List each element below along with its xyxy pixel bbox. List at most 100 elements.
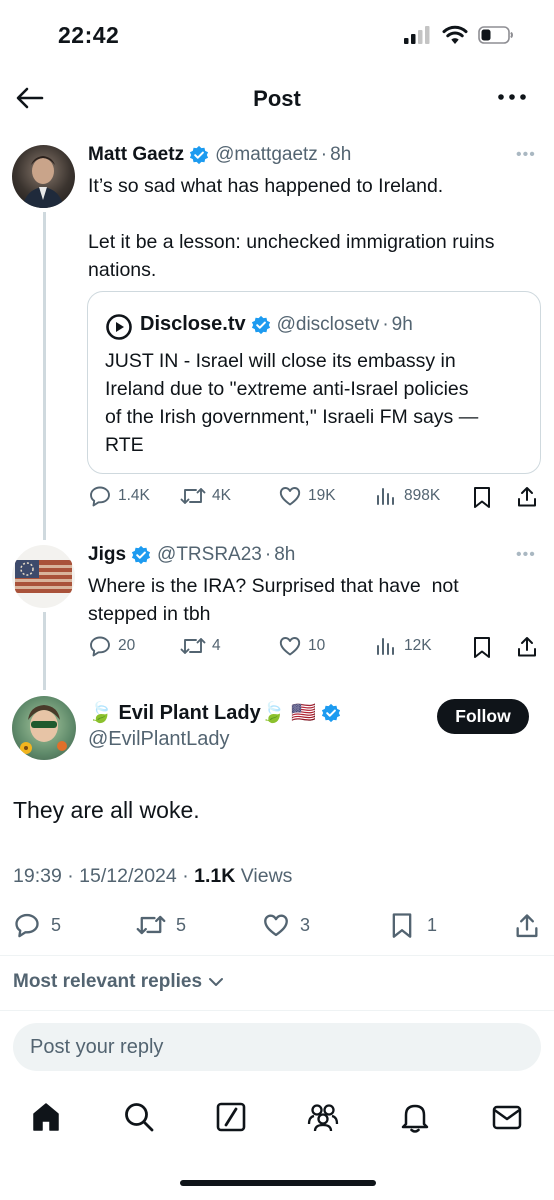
quote-header: Disclose.tv @disclosetv · 9h [140, 313, 413, 336]
views-count: 898K [404, 487, 441, 504]
avatar[interactable] [12, 145, 75, 208]
post-age: 8h [274, 544, 296, 565]
text-line: It’s so sad what has happened to Ireland… [88, 175, 444, 197]
views-count: 12K [404, 637, 432, 654]
like-count: 3 [300, 914, 311, 935]
author-name: Disclose.tv [140, 313, 246, 335]
thread-connector [43, 612, 46, 690]
views-button[interactable]: 12K [374, 634, 432, 658]
separator-dot: · [382, 313, 389, 335]
text-line: Where is the IRA? Surprised that have no… [88, 575, 459, 597]
main-post-text: They are all woke. [13, 797, 200, 823]
bottom-tab-bar [0, 1090, 554, 1150]
text-line: Ireland due to "extreme anti-Israel poli… [105, 378, 469, 400]
avatar [106, 314, 132, 340]
separator-dot: · [320, 144, 328, 165]
like-count: 10 [308, 637, 326, 654]
author-name[interactable]: Jigs [88, 544, 126, 566]
wifi-icon [442, 25, 468, 44]
share-icon[interactable] [513, 912, 541, 940]
like-button[interactable]: 19K [278, 484, 336, 508]
like-count: 19K [308, 487, 336, 504]
post-metadata: 19:39 · 15/12/2024 · 1.1K Views [13, 865, 292, 888]
author-name[interactable]: 🍃 Evil Plant Lady🍃 🇺🇸 [88, 700, 316, 725]
author-handle[interactable]: @EvilPlantLady [88, 728, 341, 751]
reply-count: 20 [118, 637, 136, 654]
tweet-header: Matt Gaetz @mattgaetz · 8h [88, 144, 351, 166]
page-title: Post [253, 86, 301, 111]
views-button[interactable]: 898K [374, 484, 440, 508]
verified-badge-icon [131, 545, 151, 565]
repost-icon [180, 638, 206, 654]
tweet-actions: 1.4K 4K 19K 898K [88, 484, 543, 514]
reply-icon [15, 913, 39, 938]
author-handle[interactable]: @mattgaetz [215, 144, 318, 166]
repost-count: 4K [212, 487, 231, 504]
like-icon [279, 487, 301, 506]
search-icon[interactable] [122, 1100, 156, 1134]
tweet-text: Where is the IRA? Surprised that have no… [88, 572, 543, 628]
views-icon [377, 638, 394, 655]
home-indicator[interactable] [180, 1180, 376, 1186]
battery-icon [478, 26, 513, 44]
post-age: 9h [391, 313, 413, 335]
like-button[interactable]: 10 [278, 634, 325, 658]
views-label: Views [240, 865, 293, 887]
reply-button[interactable]: 5 [13, 911, 61, 939]
grok-icon[interactable] [214, 1100, 248, 1134]
messages-icon[interactable] [490, 1100, 524, 1134]
chevron-down-icon [209, 978, 224, 986]
top-navigation: Post [0, 70, 554, 128]
share-icon[interactable] [515, 485, 539, 509]
post-date: 15/12/2024 [79, 865, 177, 887]
repost-button[interactable]: 4K [180, 484, 231, 508]
author-name[interactable]: Matt Gaetz [88, 144, 184, 166]
text-line: of the Irish government," Israeli FM say… [105, 406, 479, 428]
reply-sort-dropdown[interactable]: Most relevant replies [13, 971, 224, 993]
quote-text: JUST IN - Israel will close its embassy … [105, 347, 535, 459]
post-age: 8h [330, 144, 352, 165]
reply-button[interactable]: 20 [88, 634, 135, 658]
repost-icon [136, 915, 166, 935]
follow-button[interactable]: Follow [437, 699, 529, 734]
repost-button[interactable]: 5 [136, 911, 186, 939]
reply-sort-label: Most relevant replies [13, 971, 203, 992]
like-button[interactable]: 3 [262, 911, 310, 939]
home-icon[interactable] [29, 1100, 63, 1134]
reply-input[interactable]: Post your reply [13, 1023, 541, 1071]
tweet-actions: 20 4 10 12K [88, 634, 543, 664]
bookmark-button[interactable]: 1 [389, 911, 437, 939]
status-icons [404, 25, 514, 45]
repost-icon [180, 488, 206, 504]
reply-icon [90, 636, 110, 657]
like-icon [279, 637, 301, 656]
text-line: nations. [88, 259, 157, 281]
communities-icon[interactable] [306, 1100, 340, 1134]
avatar[interactable] [12, 696, 76, 760]
notifications-icon[interactable] [398, 1100, 432, 1134]
post-time: 19:39 [13, 865, 62, 887]
main-post-author: 🍃 Evil Plant Lady🍃 🇺🇸 @EvilPlantLady [88, 700, 341, 751]
reply-icon [90, 486, 110, 507]
divider [0, 1010, 554, 1011]
more-icon[interactable]: ••• [516, 546, 536, 564]
avatar[interactable] [12, 545, 75, 608]
share-icon[interactable] [515, 635, 539, 659]
text-line: Let it be a lesson: unchecked immigratio… [88, 231, 495, 253]
reply-count: 5 [51, 914, 62, 935]
bookmark-icon[interactable] [471, 635, 493, 659]
more-icon[interactable] [496, 84, 528, 110]
quoted-post[interactable]: Disclose.tv @disclosetv · 9h JUST IN - I… [87, 291, 541, 474]
separator-dot: · [264, 544, 272, 565]
bookmark-icon[interactable] [471, 485, 493, 509]
reply-button[interactable]: 1.4K [88, 484, 150, 508]
reply-count: 1.4K [118, 487, 150, 504]
bookmark-icon [392, 913, 412, 938]
verified-badge-icon [189, 145, 209, 165]
repost-button[interactable]: 4 [180, 634, 221, 658]
divider [0, 955, 554, 956]
thread-connector [43, 212, 46, 540]
author-handle[interactable]: @TRSRA23 [157, 544, 262, 566]
more-icon[interactable]: ••• [516, 146, 536, 164]
